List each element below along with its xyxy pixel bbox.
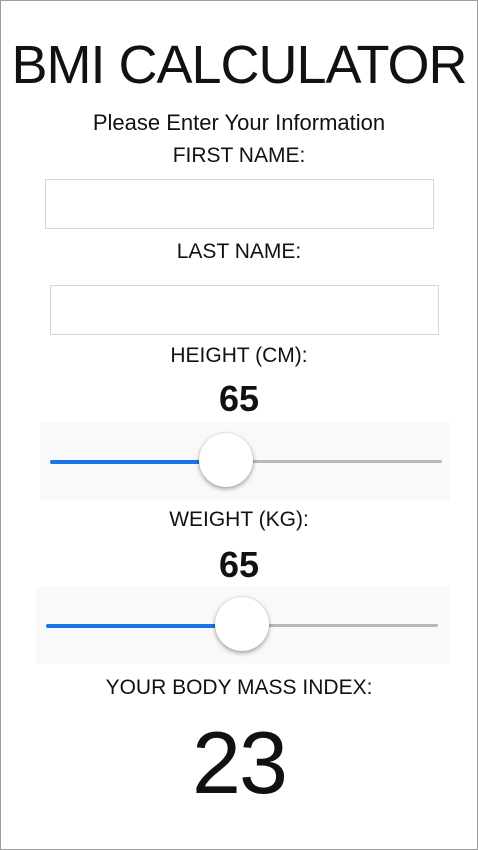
- bmi-value: 23: [192, 713, 288, 812]
- last-name-label: LAST NAME:: [176, 240, 302, 263]
- weight-slider-fill: [46, 624, 242, 628]
- bmi-label: YOUR BODY MASS INDEX:: [105, 676, 373, 699]
- height-label: HEIGHT (CM):: [170, 344, 308, 367]
- first-name-input[interactable]: [45, 179, 434, 229]
- weight-label: WEIGHT (KG):: [169, 508, 309, 531]
- last-name-input[interactable]: [50, 285, 439, 335]
- height-slider[interactable]: [40, 422, 450, 500]
- first-name-label: FIRST NAME:: [172, 144, 306, 167]
- weight-value: 65: [218, 544, 260, 585]
- height-value: 65: [218, 378, 260, 419]
- height-slider-thumb[interactable]: [199, 433, 254, 487]
- page-subtitle: Please Enter Your Information: [92, 110, 386, 135]
- weight-slider[interactable]: [36, 586, 450, 664]
- weight-slider-thumb[interactable]: [215, 597, 269, 651]
- page-title: BMI CALCULATOR: [11, 35, 467, 95]
